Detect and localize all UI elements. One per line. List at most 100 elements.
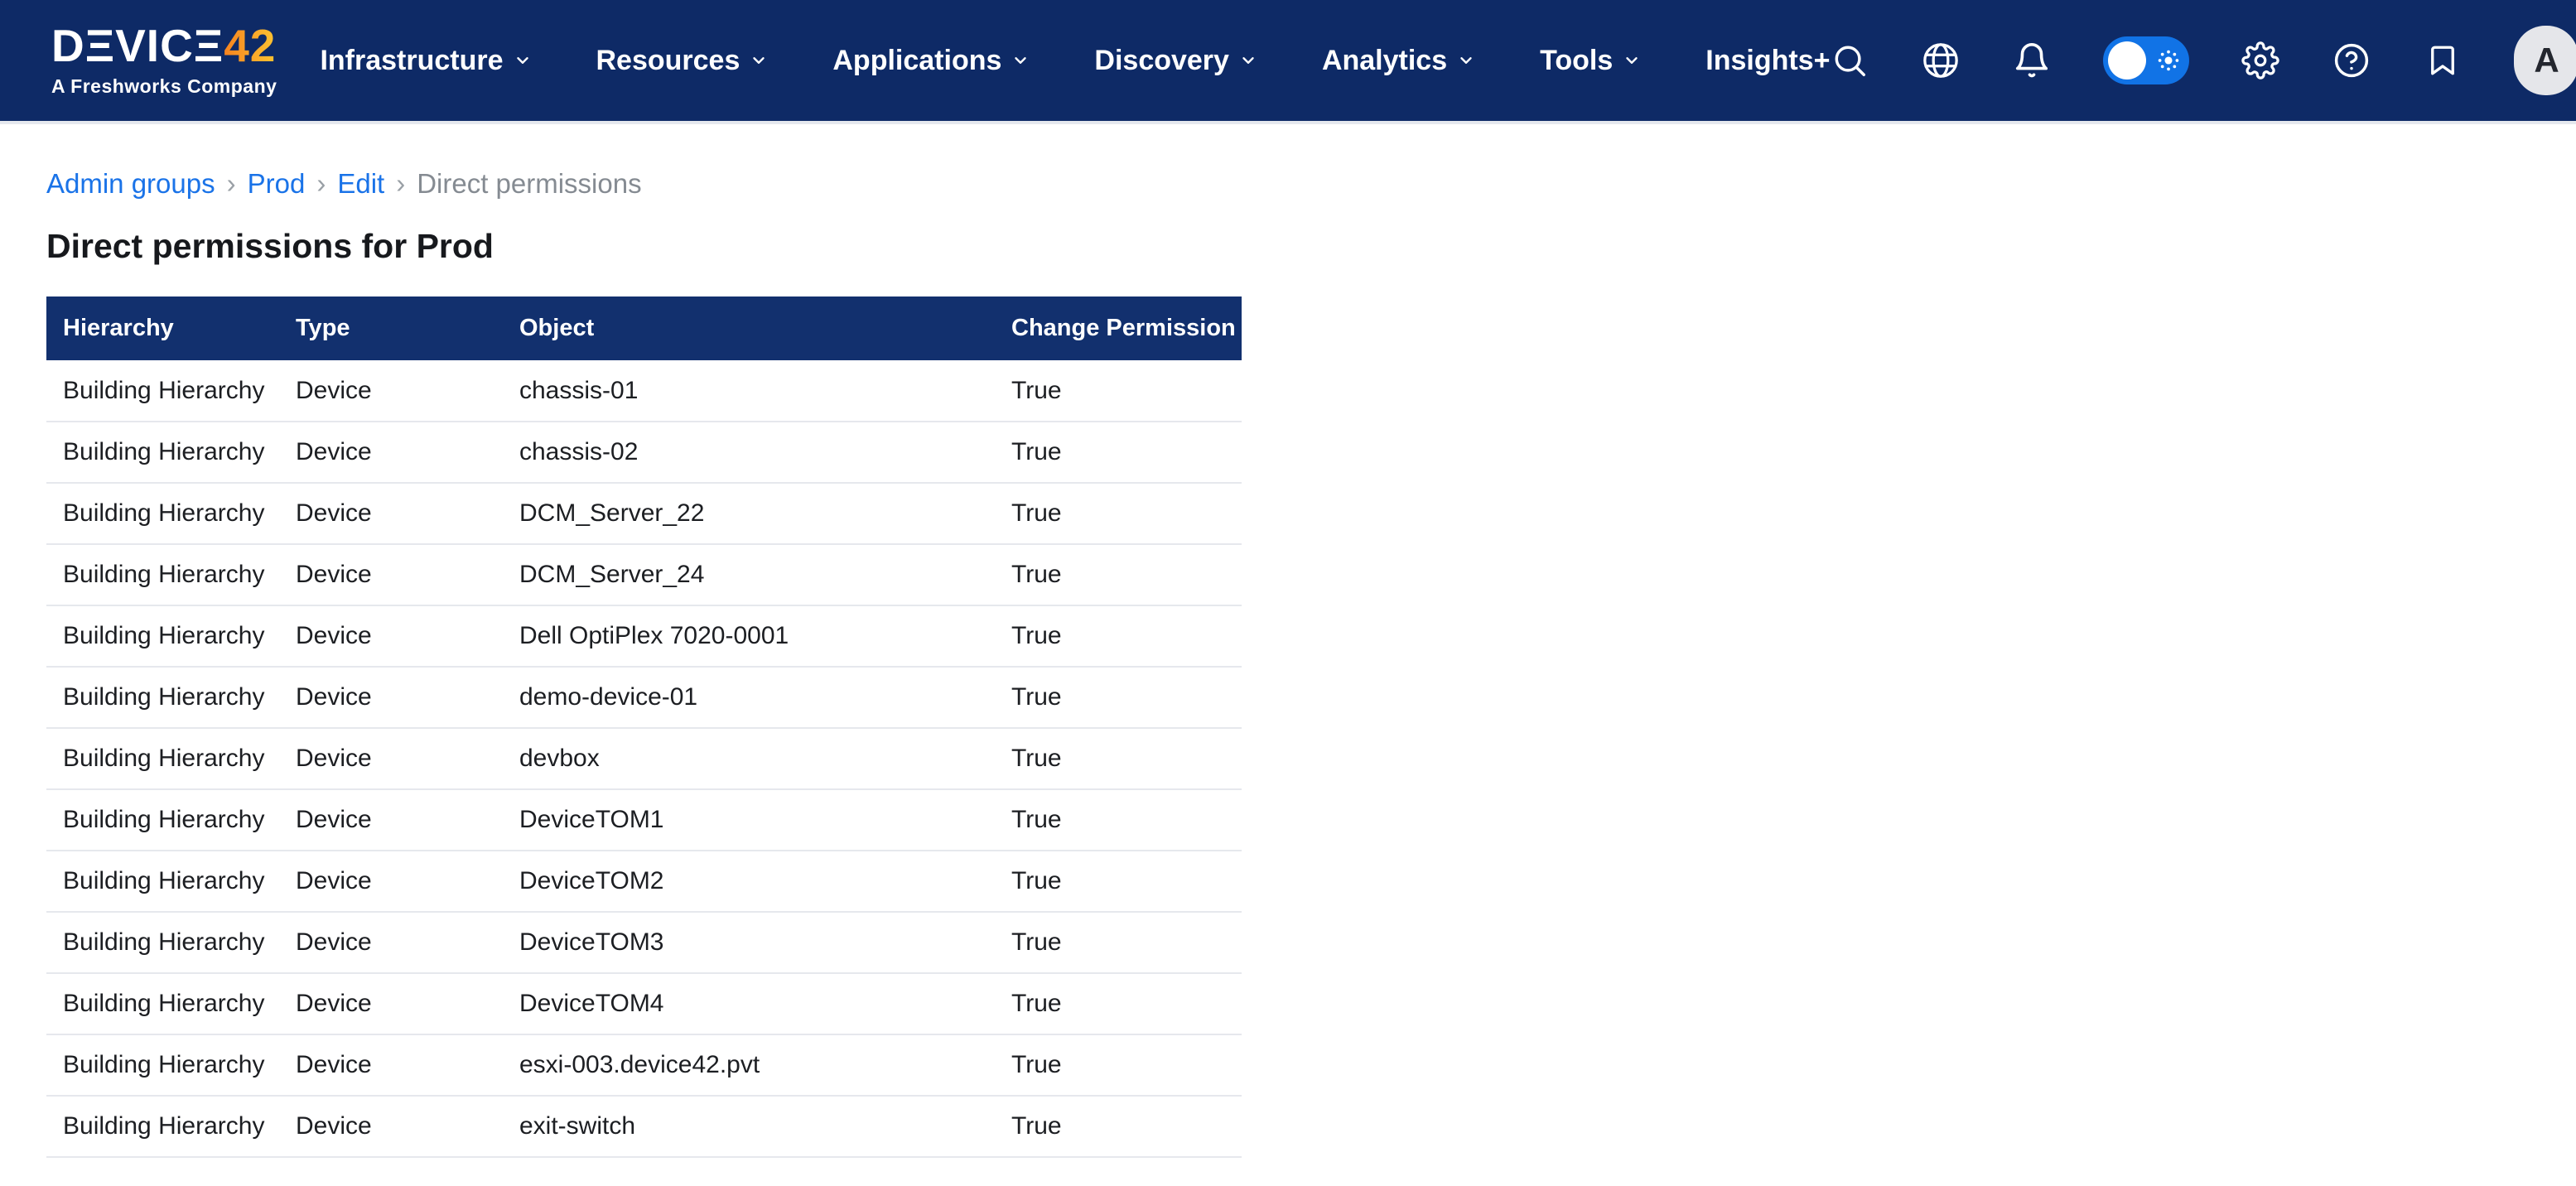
cell-hierarchy: Building Hierarchy bbox=[46, 912, 279, 973]
nav-item-label: Insights+ bbox=[1705, 45, 1830, 77]
gear-icon bbox=[2241, 41, 2279, 80]
cell-change-permission: True bbox=[995, 667, 1242, 728]
permissions-table: Hierarchy Type Object Change Permission … bbox=[46, 296, 1242, 1158]
cell-change-permission: True bbox=[995, 728, 1242, 789]
chevron-down-icon bbox=[750, 51, 768, 70]
nav-item-insights[interactable]: Insights+ bbox=[1705, 45, 1830, 77]
table-row: Building HierarchyDevicechassis-02True bbox=[46, 422, 1242, 483]
nav-item-infrastructure[interactable]: Infrastructure bbox=[320, 45, 531, 77]
user-avatar[interactable]: A bbox=[2514, 26, 2576, 95]
top-navbar: DΞVICΞ42 A Freshworks Company Infrastruc… bbox=[0, 0, 2576, 124]
search-icon bbox=[1831, 41, 1869, 80]
column-header-object: Object bbox=[503, 296, 995, 360]
cell-change-permission: True bbox=[995, 789, 1242, 851]
cell-object: DeviceTOM3 bbox=[503, 912, 995, 973]
globe-icon bbox=[1922, 41, 1960, 80]
cell-change-permission: True bbox=[995, 912, 1242, 973]
cell-hierarchy: Building Hierarchy bbox=[46, 789, 279, 851]
nav-item-label: Discovery bbox=[1094, 45, 1229, 77]
breadcrumb-link-admin-groups[interactable]: Admin groups bbox=[46, 167, 215, 200]
page-content: Admin groups › Prod › Edit › Direct perm… bbox=[0, 167, 2576, 1158]
cell-change-permission: True bbox=[995, 483, 1242, 544]
cell-object: devbox bbox=[503, 728, 995, 789]
cell-hierarchy: Building Hierarchy bbox=[46, 973, 279, 1034]
cell-change-permission: True bbox=[995, 1034, 1242, 1096]
permissions-table-body: Building HierarchyDevicechassis-01TrueBu… bbox=[46, 360, 1242, 1157]
cell-type: Device bbox=[279, 483, 503, 544]
cell-type: Device bbox=[279, 1096, 503, 1157]
help-button[interactable] bbox=[2332, 41, 2371, 80]
breadcrumb-link-edit[interactable]: Edit bbox=[337, 167, 384, 200]
avatar-letter: A bbox=[2534, 41, 2559, 80]
cell-change-permission: True bbox=[995, 851, 1242, 912]
table-row: Building HierarchyDeviceDCM_Server_22Tru… bbox=[46, 483, 1242, 544]
nav-item-label: Analytics bbox=[1322, 45, 1447, 77]
chevron-down-icon bbox=[1011, 51, 1030, 70]
cell-hierarchy: Building Hierarchy bbox=[46, 1034, 279, 1096]
cell-type: Device bbox=[279, 851, 503, 912]
cell-object: DeviceTOM1 bbox=[503, 789, 995, 851]
column-header-change-permission: Change Permission bbox=[995, 296, 1242, 360]
cell-type: Device bbox=[279, 667, 503, 728]
table-row: Building HierarchyDeviceDeviceTOM3True bbox=[46, 912, 1242, 973]
table-row: Building HierarchyDevicedemo-device-01Tr… bbox=[46, 667, 1242, 728]
chevron-down-icon bbox=[1623, 51, 1641, 70]
nav-item-label: Infrastructure bbox=[320, 45, 503, 77]
breadcrumb-link-prod[interactable]: Prod bbox=[248, 167, 306, 200]
nav-item-resources[interactable]: Resources bbox=[596, 45, 769, 77]
cell-type: Device bbox=[279, 973, 503, 1034]
cell-change-permission: True bbox=[995, 544, 1242, 605]
cell-hierarchy: Building Hierarchy bbox=[46, 483, 279, 544]
cell-change-permission: True bbox=[995, 1096, 1242, 1157]
table-row: Building HierarchyDevicedevboxTrue bbox=[46, 728, 1242, 789]
breadcrumb: Admin groups › Prod › Edit › Direct perm… bbox=[46, 167, 2530, 200]
cell-type: Device bbox=[279, 605, 503, 667]
breadcrumb-separator: › bbox=[396, 167, 405, 200]
logo-wordmark: DΞVICΞ42 bbox=[51, 23, 277, 69]
nav-item-applications[interactable]: Applications bbox=[832, 45, 1030, 77]
theme-toggle[interactable] bbox=[2103, 36, 2189, 84]
cell-change-permission: True bbox=[995, 422, 1242, 483]
logo-text-main: DΞVICΞ bbox=[51, 20, 224, 71]
cell-type: Device bbox=[279, 789, 503, 851]
table-row: Building HierarchyDeviceDeviceTOM4True bbox=[46, 973, 1242, 1034]
nav-icon-cluster: A bbox=[1830, 26, 2576, 95]
cell-type: Device bbox=[279, 544, 503, 605]
cell-object: chassis-02 bbox=[503, 422, 995, 483]
breadcrumb-separator: › bbox=[316, 167, 326, 200]
cell-hierarchy: Building Hierarchy bbox=[46, 605, 279, 667]
cell-object: esxi-003.device42.pvt bbox=[503, 1034, 995, 1096]
cell-type: Device bbox=[279, 1034, 503, 1096]
nav-item-tools[interactable]: Tools bbox=[1540, 45, 1641, 77]
nav-item-analytics[interactable]: Analytics bbox=[1322, 45, 1475, 77]
search-button[interactable] bbox=[1830, 41, 1869, 80]
sun-icon bbox=[2155, 47, 2182, 74]
table-row: Building HierarchyDevicechassis-01True bbox=[46, 360, 1242, 422]
cell-object: chassis-01 bbox=[503, 360, 995, 422]
nav-item-discovery[interactable]: Discovery bbox=[1094, 45, 1257, 77]
breadcrumb-current: Direct permissions bbox=[417, 167, 641, 200]
table-row: Building HierarchyDeviceDeviceTOM2True bbox=[46, 851, 1242, 912]
cell-object: demo-device-01 bbox=[503, 667, 995, 728]
cell-object: DCM_Server_24 bbox=[503, 544, 995, 605]
cell-change-permission: True bbox=[995, 973, 1242, 1034]
chevron-down-icon bbox=[1457, 51, 1475, 70]
cell-hierarchy: Building Hierarchy bbox=[46, 728, 279, 789]
cell-hierarchy: Building Hierarchy bbox=[46, 422, 279, 483]
cell-object: DeviceTOM4 bbox=[503, 973, 995, 1034]
table-row: Building HierarchyDeviceexit-switchTrue bbox=[46, 1096, 1242, 1157]
main-nav-menu: Infrastructure Resources Applications Di… bbox=[320, 45, 1830, 77]
cell-hierarchy: Building Hierarchy bbox=[46, 1096, 279, 1157]
column-header-type: Type bbox=[279, 296, 503, 360]
chevron-down-icon bbox=[1239, 51, 1257, 70]
bookmark-button[interactable] bbox=[2423, 41, 2463, 80]
language-button[interactable] bbox=[1921, 41, 1961, 80]
logo-subtitle: A Freshworks Company bbox=[51, 75, 277, 98]
help-icon bbox=[2332, 41, 2371, 80]
cell-change-permission: True bbox=[995, 605, 1242, 667]
cell-hierarchy: Building Hierarchy bbox=[46, 667, 279, 728]
notifications-button[interactable] bbox=[2012, 41, 2052, 80]
page-title: Direct permissions for Prod bbox=[46, 225, 2530, 267]
settings-button[interactable] bbox=[2241, 41, 2280, 80]
device42-logo[interactable]: DΞVICΞ42 A Freshworks Company bbox=[51, 23, 277, 98]
